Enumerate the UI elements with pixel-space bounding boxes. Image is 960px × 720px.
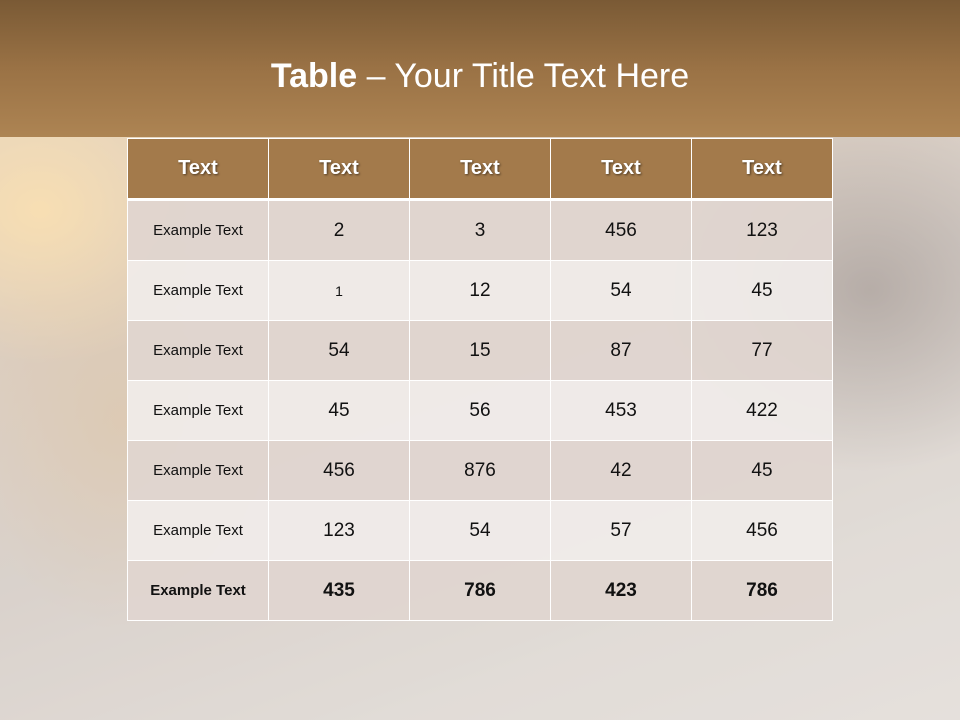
row-label: Example Text bbox=[127, 380, 269, 441]
table-cell: 786 bbox=[409, 560, 551, 621]
table-row: Example Text 54 15 87 77 bbox=[127, 320, 833, 381]
row-label: Example Text bbox=[127, 320, 269, 381]
row-label: Example Text bbox=[127, 199, 269, 261]
slide-title-bold: Table bbox=[270, 57, 358, 95]
table-cell: 77 bbox=[691, 320, 833, 381]
row-label: Example Text bbox=[127, 260, 269, 321]
table-cell: 45 bbox=[691, 440, 833, 501]
table-row: Example Text 456 876 42 45 bbox=[127, 440, 833, 501]
table-cell: 87 bbox=[550, 320, 692, 381]
table-cell: 56 bbox=[409, 380, 551, 441]
table-cell: 42 bbox=[550, 440, 692, 501]
table-row: Example Text 45 56 453 422 bbox=[127, 380, 833, 441]
table-cell: 45 bbox=[268, 380, 410, 441]
table-cell: 876 bbox=[409, 440, 551, 501]
table-cell: 57 bbox=[550, 500, 692, 561]
table-cell: 54 bbox=[268, 320, 410, 381]
table-cell: 453 bbox=[550, 380, 692, 441]
table-cell: 54 bbox=[550, 260, 692, 321]
table-row: Example Text 2 3 456 123 bbox=[127, 199, 833, 261]
slide-title-rest: – Your Title Text Here bbox=[357, 57, 690, 95]
column-header: Text bbox=[268, 138, 410, 201]
column-header: Text bbox=[409, 138, 551, 201]
table-cell: 45 bbox=[691, 260, 833, 321]
table-cell: 456 bbox=[550, 199, 692, 261]
table-cell: 12 bbox=[409, 260, 551, 321]
table-cell: 2 bbox=[268, 199, 410, 261]
data-table: Text Text Text Text Text Example Text 2 … bbox=[127, 138, 833, 621]
table-cell: 435 bbox=[268, 560, 410, 621]
table-cell: 456 bbox=[268, 440, 410, 501]
table-cell: 123 bbox=[268, 500, 410, 561]
table-cell: 3 bbox=[409, 199, 551, 261]
table-cell: 456 bbox=[691, 500, 833, 561]
table-cell: 54 bbox=[409, 500, 551, 561]
table-total-row: Example Text 435 786 423 786 bbox=[127, 560, 833, 621]
column-header: Text bbox=[127, 138, 269, 201]
table-cell: 1 bbox=[268, 260, 410, 321]
row-label: Example Text bbox=[127, 500, 269, 561]
table-row: Example Text 1 12 54 45 bbox=[127, 260, 833, 321]
table-cell: 423 bbox=[550, 560, 692, 621]
table-cell: 15 bbox=[409, 320, 551, 381]
table-header-row: Text Text Text Text Text bbox=[127, 138, 833, 201]
table-cell: 123 bbox=[691, 199, 833, 261]
table-cell: 786 bbox=[691, 560, 833, 621]
row-label: Example Text bbox=[127, 560, 269, 621]
slide-title: Table – Your Title Text Here bbox=[0, 54, 960, 98]
row-label: Example Text bbox=[127, 440, 269, 501]
table-row: Example Text 123 54 57 456 bbox=[127, 500, 833, 561]
column-header: Text bbox=[550, 138, 692, 201]
column-header: Text bbox=[691, 138, 833, 201]
table-cell: 422 bbox=[691, 380, 833, 441]
